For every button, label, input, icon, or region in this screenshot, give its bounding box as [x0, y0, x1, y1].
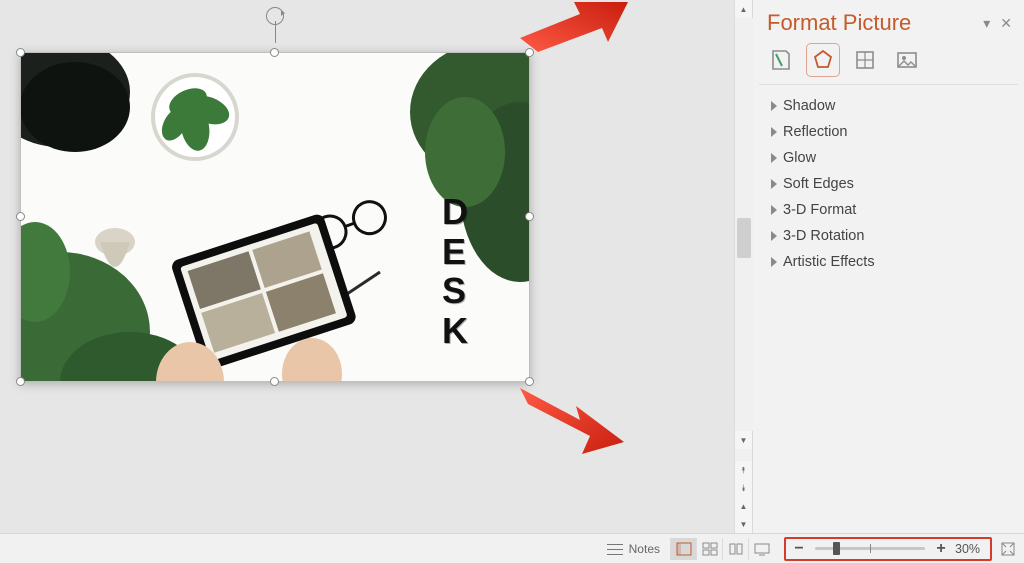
expand-triangle-icon [771, 205, 777, 215]
expand-triangle-icon [771, 127, 777, 137]
section-label: 3-D Rotation [783, 228, 864, 244]
status-bar: Notes − + 30% [0, 533, 1024, 563]
section-label: Glow [783, 150, 816, 166]
notes-button[interactable]: Notes [607, 542, 660, 556]
expand-triangle-icon [771, 101, 777, 111]
vertical-text-char: K [442, 311, 470, 351]
panel-sections: Shadow Reflection Glow Soft Edges 3-D Fo… [753, 89, 1024, 275]
annotation-arrow-up [520, 0, 630, 54]
powerpoint-window: D E S K [0, 0, 1024, 563]
expand-triangle-icon [771, 153, 777, 163]
expand-triangle-icon [771, 231, 777, 241]
section-3d-rotation[interactable]: 3-D Rotation [759, 223, 1018, 249]
scroll-down2-button[interactable]: ▼ [735, 515, 753, 533]
reading-view-button[interactable] [722, 538, 748, 560]
zoom-tick [870, 544, 871, 553]
panel-divider [759, 84, 1018, 85]
picture-icon[interactable] [893, 46, 921, 74]
vertical-text-char: D [442, 192, 470, 232]
prev-slide-button[interactable]: ⯭ [735, 461, 753, 479]
section-label: 3-D Format [783, 202, 856, 218]
slide-sorter-view-button[interactable] [696, 538, 722, 560]
panel-tab-icons [753, 40, 1024, 84]
panel-close-button[interactable]: ✕ [1000, 15, 1012, 32]
scroll-up-button[interactable]: ▲ [735, 0, 753, 18]
scroll-down-button[interactable]: ▼ [735, 431, 753, 449]
section-reflection[interactable]: Reflection [759, 119, 1018, 145]
section-shadow[interactable]: Shadow [759, 93, 1018, 119]
normal-view-button[interactable] [670, 538, 696, 560]
zoom-percent-label[interactable]: 30% [955, 542, 985, 556]
panel-options-dropdown[interactable]: ▾ [983, 15, 990, 32]
panel-header: Format Picture ▾ ✕ [753, 0, 1024, 40]
scroll-thumb[interactable] [737, 218, 751, 258]
zoom-control-group: − + 30% [784, 537, 992, 561]
rotate-handle[interactable] [266, 7, 284, 25]
section-label: Artistic Effects [783, 254, 875, 270]
zoom-in-button[interactable]: + [933, 540, 949, 558]
fit-to-window-button[interactable] [998, 539, 1018, 559]
notes-label: Notes [629, 542, 660, 556]
section-glow[interactable]: Glow [759, 145, 1018, 171]
section-label: Reflection [783, 124, 847, 140]
slideshow-view-button[interactable] [748, 538, 774, 560]
scroll-up2-button[interactable]: ▲ [735, 497, 753, 515]
vertical-scrollbar[interactable]: ▲ ▼ ⯭ ⯯ ▲ ▼ [734, 0, 752, 533]
next-slide-button[interactable]: ⯯ [735, 479, 753, 497]
section-3d-format[interactable]: 3-D Format [759, 197, 1018, 223]
section-label: Shadow [783, 98, 835, 114]
section-soft-edges[interactable]: Soft Edges [759, 171, 1018, 197]
vertical-text: D E S K [442, 192, 470, 350]
annotation-arrow-down [520, 380, 630, 460]
selected-picture[interactable]: D E S K [20, 52, 530, 382]
fill-line-icon[interactable] [767, 46, 795, 74]
slide-canvas[interactable]: D E S K [0, 0, 734, 533]
zoom-slider[interactable] [815, 547, 925, 550]
scroll-track[interactable] [735, 18, 753, 431]
zoom-out-button[interactable]: − [791, 540, 807, 558]
zoom-slider-thumb[interactable] [833, 542, 840, 555]
panel-title: Format Picture [767, 10, 973, 36]
notes-icon [607, 544, 623, 554]
section-artistic-effects[interactable]: Artistic Effects [759, 249, 1018, 275]
size-properties-icon[interactable] [851, 46, 879, 74]
format-picture-panel: Format Picture ▾ ✕ Sha [752, 0, 1024, 533]
vertical-text-char: E [442, 232, 470, 272]
expand-triangle-icon [771, 179, 777, 189]
effects-icon[interactable] [809, 46, 837, 74]
vertical-text-char: S [442, 271, 470, 311]
main-row: D E S K [0, 0, 1024, 533]
section-label: Soft Edges [783, 176, 854, 192]
expand-triangle-icon [771, 257, 777, 267]
